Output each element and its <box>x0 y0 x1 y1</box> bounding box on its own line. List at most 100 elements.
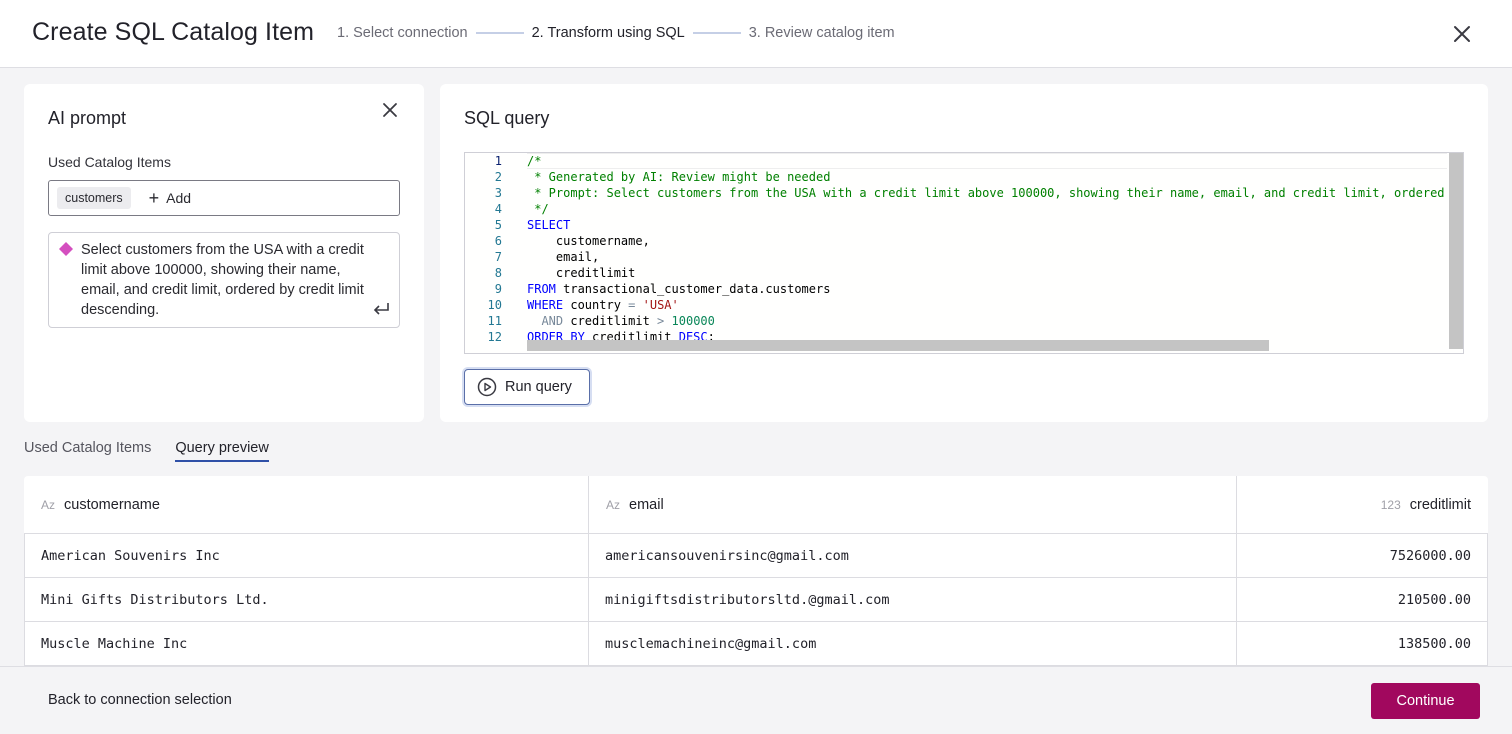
catalog-chip[interactable]: customers <box>57 187 131 209</box>
add-label: Add <box>166 190 192 206</box>
code-token: /* <box>527 154 542 168</box>
cell-email: musclemachineinc@gmail.com <box>605 636 817 652</box>
tab-used-catalog-items[interactable]: Used Catalog Items <box>24 440 151 462</box>
column-name: creditlimit <box>1409 497 1471 513</box>
code-token: */ <box>527 202 549 216</box>
cell-creditlimit: 138500.00 <box>1397 636 1471 652</box>
prompt-input[interactable]: Select customers from the USA with a cre… <box>48 232 400 328</box>
continue-button[interactable]: Continue <box>1371 683 1480 719</box>
sql-editor[interactable]: 1 2 3 4 5 6 7 8 9 10 11 12 /* * Generated by AI: Re… <box>464 152 1464 354</box>
code-line: SELECT <box>527 217 1447 233</box>
code-line: /* <box>527 153 1447 169</box>
number-type-icon: 123 <box>1380 498 1401 512</box>
column-name: customername <box>64 497 160 513</box>
play-circle-icon <box>477 377 497 397</box>
plus-icon: + <box>148 188 160 208</box>
close-icon[interactable] <box>380 100 400 120</box>
code-line: AND creditlimit > 100000 <box>527 313 1447 329</box>
code-token: email, <box>527 250 600 264</box>
line-number: 12 <box>487 330 502 344</box>
run-query-button[interactable]: Run query <box>464 369 590 405</box>
line-number: 4 <box>494 202 502 216</box>
used-catalog-items-label: Used Catalog Items <box>48 154 171 170</box>
line-number: 5 <box>494 218 502 232</box>
cell-customername: Muscle Machine Inc <box>41 636 188 652</box>
stepper: 1. Select connection 2. Transform using … <box>337 25 895 41</box>
cell-email: minigiftsdistributorsltd.@gmail.com <box>605 592 890 608</box>
header: Create SQL Catalog Item 1. Select connec… <box>0 0 1512 68</box>
code-token: AND <box>527 314 564 328</box>
sql-query-panel: SQL query 1 2 3 4 5 6 7 8 9 10 11 12 /* * Generated… <box>440 84 1488 422</box>
line-number: 7 <box>494 250 502 264</box>
code-token: customername, <box>527 234 650 248</box>
line-number: 8 <box>494 266 502 280</box>
page-title: Create SQL Catalog Item <box>32 18 315 46</box>
line-number-gutter: 1 2 3 4 5 6 7 8 9 10 11 12 <box>465 153 519 353</box>
vertical-scrollbar[interactable] <box>1449 153 1463 349</box>
code-token: creditlimit <box>563 314 658 328</box>
line-number: 11 <box>487 314 502 328</box>
code-line: * Prompt: Select customers from the USA … <box>527 185 1447 201</box>
step-review-item[interactable]: 3. Review catalog item <box>749 25 895 41</box>
line-number: 9 <box>494 282 502 296</box>
table-row[interactable]: Muscle Machine Inc musclemachineinc@gmai… <box>24 622 1488 666</box>
cell-creditlimit: 210500.00 <box>1397 592 1471 608</box>
sql-query-title: SQL query <box>464 108 550 128</box>
column-header-customername[interactable]: Az customername <box>41 476 160 534</box>
cell-creditlimit: 7526000.00 <box>1389 548 1471 564</box>
code-token: * Prompt: Select customers from the USA … <box>527 186 1447 200</box>
table-header: Az customername Az email 123 creditlimit <box>24 476 1488 534</box>
code-line: * Generated by AI: Review might be neede… <box>527 169 1447 185</box>
bottom-tabs: Used Catalog Items Query preview <box>24 440 293 462</box>
horizontal-scrollbar[interactable] <box>527 340 1269 351</box>
code-line: */ <box>527 201 1447 217</box>
close-icon[interactable] <box>1450 22 1474 46</box>
line-number: 3 <box>494 186 502 200</box>
footer: Back to connection selection Continue <box>0 666 1512 734</box>
code-token: FROM <box>527 282 556 296</box>
step-connector <box>692 32 741 34</box>
line-number: 6 <box>494 234 502 248</box>
column-header-email[interactable]: Az email <box>606 476 664 534</box>
cell-customername: Mini Gifts Distributors Ltd. <box>41 592 269 608</box>
back-to-connection-button[interactable]: Back to connection selection <box>48 692 232 708</box>
column-name: email <box>629 497 664 513</box>
step-transform-sql[interactable]: 2. Transform using SQL <box>532 25 685 41</box>
ai-prompt-title: AI prompt <box>48 108 127 128</box>
add-catalog-item-button[interactable]: + Add <box>149 189 191 207</box>
code-token: transactional_customer_data.customers <box>555 282 831 296</box>
step-connector <box>475 32 524 34</box>
ai-sparkle-icon <box>59 242 73 256</box>
code-line: creditlimit <box>527 265 1447 281</box>
table-row[interactable]: Mini Gifts Distributors Ltd. minigiftsdi… <box>24 578 1488 622</box>
code-line: customername, <box>527 233 1447 249</box>
table-row[interactable]: American Souvenirs Inc americansouvenirs… <box>24 534 1488 578</box>
text-type-icon: Az <box>41 498 56 512</box>
tab-query-preview[interactable]: Query preview <box>175 440 269 462</box>
code-token: * Generated by AI: Review might be neede… <box>527 170 831 184</box>
column-header-creditlimit[interactable]: 123 creditlimit <box>1381 476 1471 534</box>
code-line: FROM transactional_customer_data.custome… <box>527 281 1447 297</box>
cell-customername: American Souvenirs Inc <box>41 548 220 564</box>
step-select-connection[interactable]: 1. Select connection <box>337 25 468 41</box>
code-token: country <box>563 298 629 312</box>
query-preview-table: Az customername Az email 123 creditlimit… <box>24 476 1488 666</box>
text-type-icon: Az <box>606 498 621 512</box>
submit-enter-icon[interactable] <box>371 301 391 317</box>
line-number: 1 <box>494 154 502 168</box>
line-number: 10 <box>487 298 502 312</box>
cell-email: americansouvenirsinc@gmail.com <box>605 548 849 564</box>
prompt-text[interactable]: Select customers from the USA with a cre… <box>81 240 381 320</box>
code-area[interactable]: /* * Generated by AI: Review might be ne… <box>527 153 1447 353</box>
code-token: WHERE <box>527 298 564 312</box>
ai-prompt-panel: AI prompt Used Catalog Items customers +… <box>24 84 424 422</box>
catalog-items-field[interactable]: customers + Add <box>48 180 400 216</box>
code-token: SELECT <box>527 218 571 232</box>
line-number: 2 <box>494 170 502 184</box>
code-line: WHERE country = 'USA' <box>527 297 1447 313</box>
code-line: email, <box>527 249 1447 265</box>
code-token: 100000 <box>671 314 715 328</box>
code-token: creditlimit <box>527 266 636 280</box>
